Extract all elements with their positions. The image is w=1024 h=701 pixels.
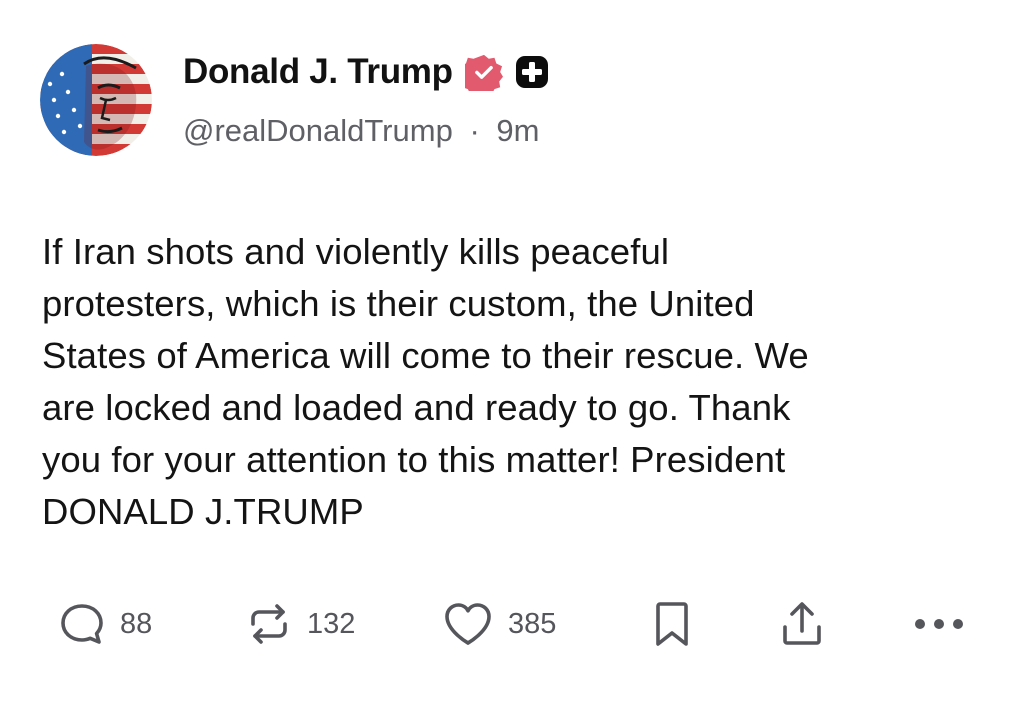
post-card: Donald J. Trump @realDonaldTrump · 9m If… <box>0 0 1024 701</box>
repost-icon <box>251 604 287 644</box>
share-icon <box>783 602 821 645</box>
avatar-image <box>40 44 152 156</box>
like-button[interactable]: 385 <box>442 596 556 652</box>
bookmark-icon <box>656 602 688 646</box>
repost-count: 132 <box>307 607 356 640</box>
reply-count: 88 <box>120 607 153 640</box>
separator-dot: · <box>469 113 480 148</box>
post-text-line: States of America will come to their res… <box>42 335 809 376</box>
post-text-line: you for your attention to this matter! P… <box>42 439 786 480</box>
avatar[interactable] <box>40 44 152 156</box>
share-button[interactable] <box>778 596 826 652</box>
heart-icon <box>445 603 491 645</box>
post-text-line: If Iran shots and violently kills peacef… <box>42 231 670 272</box>
reply-button[interactable]: 88 <box>58 596 152 652</box>
like-count: 385 <box>508 607 557 640</box>
post-text: If Iran shots and violently kills peacef… <box>42 226 982 538</box>
bookmark-button[interactable] <box>652 596 692 652</box>
author-display-name[interactable]: Donald J. Trump <box>183 52 453 92</box>
action-bar: 88 132 385 <box>0 596 1024 652</box>
post-text-line: DONALD J.TRUMP <box>42 491 364 532</box>
author-name-row: Donald J. Trump <box>183 50 549 96</box>
plus-badge-icon <box>515 55 549 89</box>
more-icon <box>915 619 963 629</box>
repost-button[interactable]: 132 <box>245 596 355 652</box>
post-time[interactable]: 9m <box>496 113 539 148</box>
more-options-button[interactable] <box>912 596 966 652</box>
author-handle[interactable]: @realDonaldTrump <box>183 113 453 148</box>
verified-badge-icon <box>459 53 503 96</box>
author-handle-row: @realDonaldTrump · 9m <box>183 113 539 149</box>
post-text-line: are locked and loaded and ready to go. T… <box>42 387 791 428</box>
reply-icon <box>61 604 103 644</box>
post-text-line: protesters, which is their custom, the U… <box>42 283 755 324</box>
